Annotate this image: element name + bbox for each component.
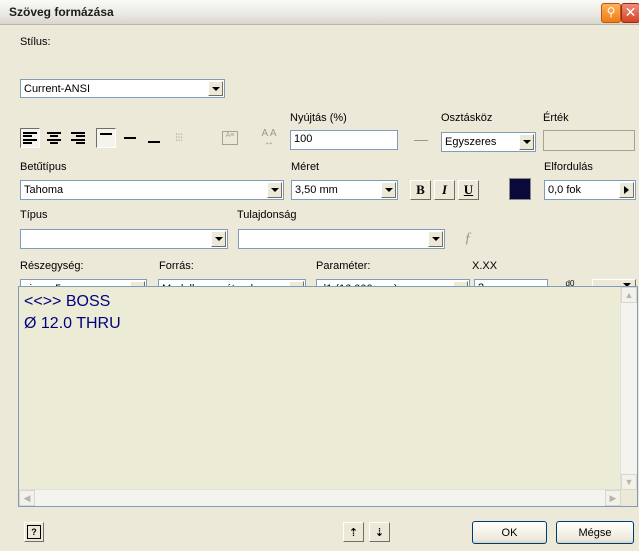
editor-content[interactable]: <<>> BOSS Ø 12.0 THRU (24, 291, 121, 335)
unit-label: Részegység: (20, 260, 84, 272)
type-dropdown[interactable] (20, 229, 228, 249)
align-center-button[interactable] (44, 128, 64, 148)
scroll-down-icon[interactable]: ▼ (621, 474, 637, 490)
align-right-button[interactable] (68, 128, 88, 148)
stack-down-icon: ⇣ (374, 526, 385, 539)
help-button[interactable]: ? (24, 522, 44, 542)
align-top-button[interactable] (96, 128, 116, 148)
font-dropdown[interactable]: Tahoma (20, 180, 284, 200)
stretch-label: Nyújtás (%) (290, 112, 347, 124)
style-dropdown[interactable]: Current-ANSI (20, 79, 225, 98)
chevron-down-icon[interactable] (381, 182, 396, 198)
parameter-label: Paraméter: (316, 260, 371, 272)
align-bottom-icon (148, 133, 160, 143)
chevron-right-icon[interactable] (619, 182, 634, 198)
stretch-icon: A A ↔ (258, 127, 280, 149)
text-editor[interactable]: <<>> BOSS Ø 12.0 THRU ▲ ▼ ◀ ▶ (18, 286, 638, 507)
text-box-button[interactable]: A≡ (219, 127, 241, 149)
bold-button[interactable]: B (410, 180, 431, 200)
spacing-value-input[interactable] (543, 130, 635, 151)
editor-line: Ø 12.0 THRU (24, 315, 121, 332)
type-label: Típus (20, 209, 48, 221)
baseline-align-button[interactable]: ⫶⫶⫶ (168, 128, 190, 148)
property-dropdown[interactable] (238, 229, 445, 249)
align-top-icon (100, 133, 112, 143)
text-box-icon: A≡ (222, 131, 238, 145)
spacing-value: Egyszeres (445, 136, 497, 148)
size-value: 3,50 mm (295, 184, 338, 196)
stretch-input[interactable]: 100 (290, 130, 398, 150)
style-value: Current-ANSI (24, 83, 91, 95)
font-label: Betűtípus (20, 161, 67, 173)
pin-icon[interactable]: ⚲ (601, 3, 621, 23)
rotation-value: 0,0 fok (548, 184, 582, 196)
spacing-value-label: Érték (543, 112, 569, 124)
ok-button[interactable]: OK (472, 521, 547, 544)
chevron-down-icon[interactable] (211, 231, 226, 247)
scroll-right-icon[interactable]: ▶ (605, 490, 621, 506)
precision-label: X.XX (472, 260, 498, 272)
spacing-label: Osztásköz (441, 112, 493, 124)
font-value: Tahoma (24, 184, 64, 196)
size-dropdown[interactable]: 3,50 mm (291, 180, 398, 200)
align-right-icon (71, 132, 85, 144)
spacing-line-icon (410, 130, 432, 150)
baseline-align-icon: ⫶⫶⫶ (175, 132, 183, 144)
stack-up-button[interactable]: ⇡ (343, 522, 364, 542)
scroll-corner (621, 490, 637, 506)
align-middle-icon (124, 137, 136, 139)
scroll-up-icon[interactable]: ▲ (621, 287, 637, 303)
italic-button[interactable]: I (434, 180, 455, 200)
close-button[interactable]: ✕ (621, 3, 639, 23)
align-bottom-button[interactable] (144, 128, 164, 148)
align-left-icon (23, 132, 37, 144)
align-center-icon (47, 132, 61, 144)
chevron-down-icon[interactable] (267, 182, 282, 198)
scroll-left-icon[interactable]: ◀ (19, 490, 35, 506)
horizontal-scrollbar[interactable]: ◀ ▶ (19, 489, 621, 506)
text-format-dialog: Szöveg formázása ⚲ ✕ Stílus: Current-ANS… (0, 0, 639, 551)
chevron-down-icon[interactable] (428, 231, 443, 247)
vertical-scrollbar[interactable]: ▲ ▼ (620, 287, 637, 490)
spacing-dropdown[interactable]: Egyszeres (441, 132, 536, 152)
cancel-button[interactable]: Mégse (556, 521, 634, 544)
stack-down-button[interactable]: ⇣ (369, 522, 390, 542)
editor-line: <<>> BOSS (24, 293, 111, 310)
rotation-spinner[interactable]: 0,0 fok (544, 180, 636, 200)
text-color-swatch[interactable] (509, 178, 531, 200)
stack-up-icon: ⇡ (348, 526, 359, 539)
underline-button[interactable]: U (458, 180, 479, 200)
size-label: Méret (291, 161, 320, 173)
help-icon: ? (27, 525, 41, 539)
chevron-down-icon[interactable] (519, 134, 534, 150)
chevron-down-icon[interactable] (208, 81, 223, 96)
style-label: Stílus: (20, 36, 51, 48)
align-middle-button[interactable] (120, 128, 140, 148)
property-label: Tulajdonság (237, 209, 297, 221)
align-left-button[interactable] (20, 128, 40, 148)
rotation-label: Elfordulás (544, 161, 593, 173)
dialog-title: Szöveg formázása (9, 5, 114, 19)
source-label: Forrás: (159, 260, 194, 272)
function-icon[interactable]: ƒ (456, 226, 480, 250)
title-bar[interactable]: Szöveg formázása ⚲ ✕ (0, 0, 639, 25)
